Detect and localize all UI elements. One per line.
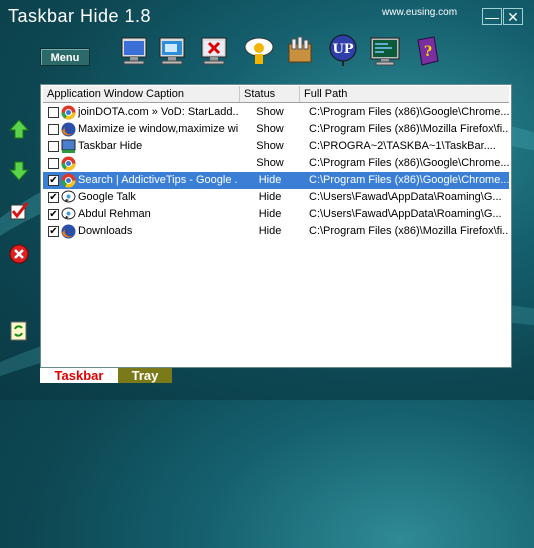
row-caption: Search | AddictiveTips - Google ... <box>78 174 238 186</box>
row-caption: Downloads <box>78 225 133 237</box>
row-checkbox[interactable] <box>48 141 59 152</box>
move-up-arrow-icon[interactable] <box>8 118 30 140</box>
close-button[interactable]: ✕ <box>503 8 523 25</box>
google-talk-icon <box>61 207 76 222</box>
delete-icon[interactable] <box>8 243 30 265</box>
tab-taskbar[interactable]: Taskbar <box>40 368 118 383</box>
row-path: C:\Program Files (x86)\Mozilla Firefox\f… <box>309 225 509 237</box>
table-row[interactable]: Maximize ie window,maximize wi... Show C:\… <box>43 121 509 138</box>
row-path: C:\Program Files (x86)\Mozilla Firefox\f… <box>309 123 509 135</box>
svg-text:?: ? <box>424 44 432 60</box>
row-status: Hide <box>258 225 282 237</box>
taskbar-hide-icon <box>61 139 76 154</box>
row-caption: Taskbar Hide <box>78 140 143 152</box>
table-row[interactable]: ✔ Google Talk Hide C:\Users\Fawad\AppData\R… <box>43 189 509 206</box>
row-status: Hide <box>258 174 282 186</box>
row-checkbox[interactable]: ✔ <box>48 175 59 186</box>
row-status: Hide <box>258 208 282 220</box>
table-row[interactable]: ✔ Search | AddictiveTips - Google ... Hide… <box>43 172 509 189</box>
chrome-icon <box>61 173 76 188</box>
check-mark-icon[interactable] <box>8 200 30 222</box>
row-path: C:\Program Files (x86)\Google\Chrome... <box>309 106 509 118</box>
website-link[interactable]: www.eusing.com <box>382 7 457 18</box>
table-row[interactable]: ✔ Abdul Rehman Hide C:\Users\Fawad\AppData\… <box>43 206 509 223</box>
header-status[interactable]: Status <box>240 86 300 102</box>
table-row[interactable]: Show C:\Program Files (x86)\Google\Chrome… <box>43 155 509 172</box>
table-row[interactable]: Taskbar Hide Show C:\PROGRA~2\TASKBA~1\Tas… <box>43 138 509 155</box>
row-caption: joinDOTA.com » VoD: StarLadd... <box>78 106 238 118</box>
row-path: C:\Program Files (x86)\Google\Chrome... <box>309 174 509 186</box>
table-row[interactable]: ✔ Downloads Hide C:\Program Files (x86)\Moz… <box>43 223 509 240</box>
row-path: C:\Program Files (x86)\Google\Chrome... <box>309 157 509 169</box>
row-caption: Abdul Rehman <box>78 208 151 220</box>
refresh-icon[interactable] <box>8 320 30 342</box>
update-icon[interactable]: UP <box>326 34 360 68</box>
minimize-button[interactable]: — <box>482 8 502 25</box>
cleanup-icon[interactable] <box>284 34 318 68</box>
row-caption: Maximize ie window,maximize wi... <box>78 123 238 135</box>
close-window-icon[interactable] <box>198 34 232 68</box>
row-path: C:\PROGRA~2\TASKBA~1\TaskBar.... <box>309 140 496 152</box>
row-status: Show <box>256 123 284 135</box>
row-status: Hide <box>258 191 282 203</box>
move-down-arrow-icon[interactable] <box>8 160 30 182</box>
row-checkbox[interactable] <box>48 107 59 118</box>
row-caption: Google Talk <box>78 191 136 203</box>
chrome-icon <box>61 156 76 171</box>
svg-text:UP: UP <box>332 42 353 57</box>
google-talk-icon <box>61 190 76 205</box>
row-checkbox[interactable] <box>48 124 59 135</box>
menu-button[interactable]: Menu <box>40 48 90 66</box>
messenger-icon[interactable] <box>242 34 276 68</box>
desktop-icon[interactable] <box>156 34 190 68</box>
row-path: C:\Users\Fawad\AppData\Roaming\G... <box>309 191 502 203</box>
help-book-icon[interactable]: ? <box>410 34 444 68</box>
header-caption[interactable]: Application Window Caption <box>43 86 240 102</box>
row-status: Show <box>256 140 284 152</box>
tab-tray[interactable]: Tray <box>118 368 172 383</box>
chrome-icon <box>61 105 76 120</box>
table-header: Application Window Caption Status Full P… <box>43 86 509 103</box>
table-row[interactable]: joinDOTA.com » VoD: StarLadd... Show C:\Pr… <box>43 104 509 121</box>
row-checkbox[interactable]: ✔ <box>48 192 59 203</box>
window-icon[interactable] <box>118 34 152 68</box>
row-caption <box>78 155 238 172</box>
window-title: Taskbar Hide 1.8 <box>8 6 152 26</box>
row-path: C:\Users\Fawad\AppData\Roaming\G... <box>309 208 502 220</box>
row-checkbox[interactable]: ✔ <box>48 209 59 220</box>
row-status: Show <box>256 157 284 169</box>
firefox-icon <box>61 224 76 239</box>
header-path[interactable]: Full Path <box>300 86 511 102</box>
row-status: Show <box>256 106 284 118</box>
row-checkbox[interactable]: ✔ <box>48 226 59 237</box>
monitor-icon[interactable] <box>368 34 402 68</box>
window-list-table[interactable]: Application Window Caption Status Full P… <box>40 84 512 368</box>
row-checkbox[interactable] <box>48 158 59 169</box>
firefox-icon <box>61 122 76 137</box>
